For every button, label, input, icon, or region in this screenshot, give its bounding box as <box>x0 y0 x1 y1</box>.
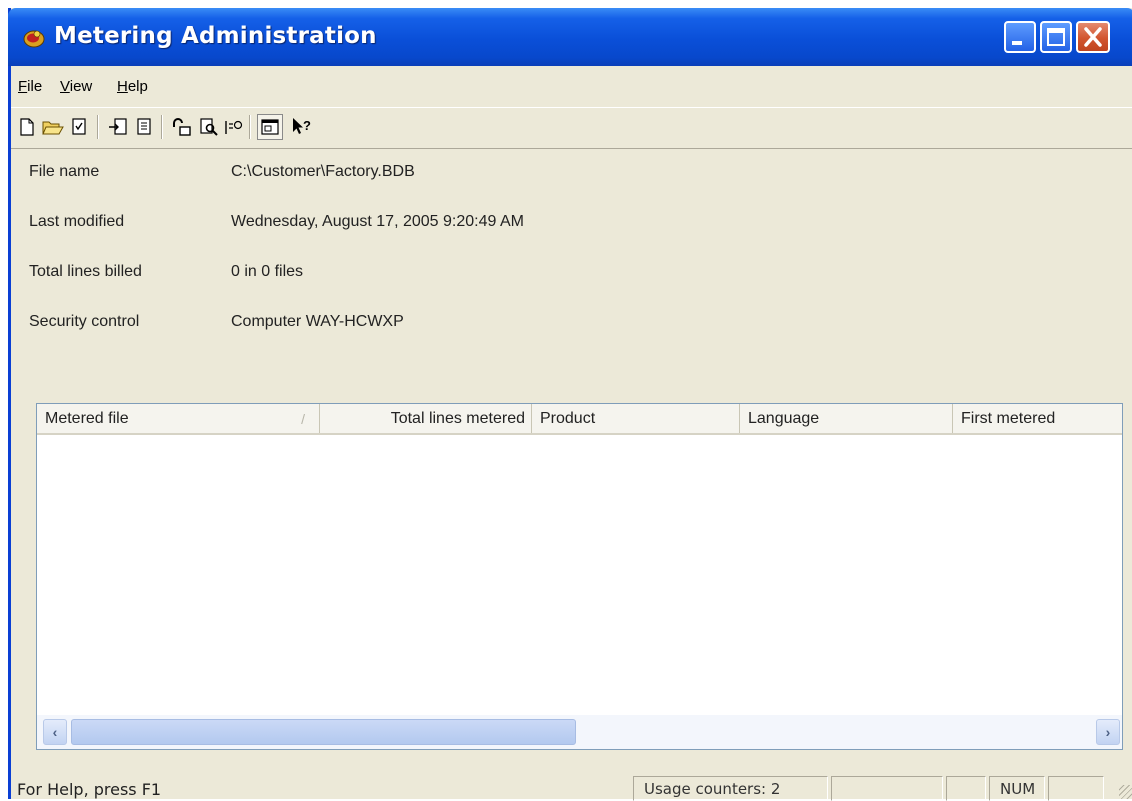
status-num-indicator: NUM <box>989 776 1045 801</box>
toolbar-separator <box>161 115 163 139</box>
unlock-icon <box>173 118 191 136</box>
sort-indicator-icon: / <box>301 411 305 427</box>
report-icon <box>225 120 243 134</box>
column-language-label: Language <box>748 410 820 427</box>
toolbar-separator <box>249 115 251 139</box>
minimize-icon <box>1012 41 1022 45</box>
view-toggle-button[interactable] <box>257 114 283 140</box>
chevron-left-icon: ‹ <box>52 724 58 740</box>
column-total-lines-metered-label: Total lines metered <box>390 410 525 427</box>
list-header: Metered file / Total lines metered Produ… <box>37 404 1122 435</box>
total-lines-billed-value: 0 in 0 files <box>231 263 304 280</box>
svg-text:?: ? <box>303 118 311 133</box>
search-document-icon <box>200 118 218 136</box>
menu-view-mnemonic: V <box>60 78 70 95</box>
scroll-left-button[interactable]: ‹ <box>43 719 67 745</box>
status-usage-counters: Usage counters: 2 <box>633 776 828 801</box>
column-metered-file-label: Metered file <box>45 410 129 427</box>
last-modified-label: Last modified <box>29 213 125 230</box>
menu-file-rest: ile <box>27 78 43 95</box>
menu-file[interactable]: File <box>18 78 42 95</box>
menu-help-mnemonic: H <box>117 78 128 95</box>
maximize-button[interactable] <box>1040 21 1072 53</box>
column-language[interactable]: Language <box>740 404 953 433</box>
close-button[interactable] <box>1076 21 1110 53</box>
menu-help-rest: elp <box>127 78 148 95</box>
minimize-button[interactable] <box>1004 21 1036 53</box>
total-lines-billed-label: Total lines billed <box>29 263 142 280</box>
menu-view-rest: iew <box>69 78 93 95</box>
resize-grip-icon[interactable] <box>1119 785 1132 799</box>
context-help-button[interactable]: ? <box>291 115 313 139</box>
metering-app-icon <box>23 30 45 48</box>
report-button[interactable] <box>223 115 245 139</box>
properties-button[interactable] <box>68 115 90 139</box>
security-control-value: Computer WAY-HCWXP <box>231 313 404 330</box>
last-modified-value: Wednesday, August 17, 2005 9:20:49 AM <box>231 213 524 230</box>
title-bar[interactable]: Metering Administration <box>8 8 1132 66</box>
chevron-right-icon: › <box>1105 724 1111 740</box>
close-icon <box>1084 27 1102 47</box>
toolbar-separator <box>97 115 99 139</box>
column-product-label: Product <box>540 410 596 427</box>
import-icon <box>109 118 127 135</box>
search-button[interactable] <box>198 115 220 139</box>
unlock-button[interactable] <box>171 115 193 139</box>
horizontal-scrollbar[interactable]: ‹ › <box>37 715 1122 749</box>
export-icon <box>137 118 151 135</box>
window-title: Metering Administration <box>54 23 377 49</box>
export-button[interactable] <box>133 115 155 139</box>
status-pane-empty <box>831 776 943 801</box>
menu-view[interactable]: View <box>60 78 92 95</box>
import-button[interactable] <box>107 115 129 139</box>
maximize-icon <box>1047 28 1065 46</box>
toolbar: ? <box>11 109 1132 149</box>
scrollbar-thumb[interactable] <box>71 719 576 745</box>
status-pane-empty <box>1048 776 1104 801</box>
new-button[interactable] <box>16 115 38 139</box>
context-help-icon: ? <box>293 118 311 134</box>
column-product[interactable]: Product <box>532 404 740 433</box>
menu-bar: File View Help <box>11 66 1132 108</box>
column-first-metered[interactable]: First metered <box>953 404 1122 433</box>
column-total-lines-metered[interactable]: Total lines metered <box>320 404 532 433</box>
status-bar: For Help, press F1 Usage counters: 2 NUM <box>11 774 1132 801</box>
column-metered-file[interactable]: Metered file / <box>37 404 320 433</box>
menu-help[interactable]: Help <box>117 78 148 95</box>
properties-icon <box>72 118 86 135</box>
file-name-value: C:\Customer\Factory.BDB <box>231 163 415 180</box>
file-name-label: File name <box>29 163 100 180</box>
status-pane-empty <box>946 776 986 801</box>
metered-files-list[interactable]: Metered file / Total lines metered Produ… <box>36 403 1123 750</box>
new-document-icon <box>20 118 34 136</box>
status-help-text: For Help, press F1 <box>17 780 162 799</box>
menu-file-mnemonic: F <box>18 78 28 95</box>
view-toggle-icon <box>261 119 279 135</box>
open-button[interactable] <box>42 115 64 139</box>
open-folder-icon <box>42 121 64 135</box>
security-control-label: Security control <box>29 313 140 330</box>
main-window: Metering Administration File View Help ?… <box>8 8 1132 801</box>
column-first-metered-label: First metered <box>961 410 1056 427</box>
scroll-right-button[interactable]: › <box>1096 719 1120 745</box>
